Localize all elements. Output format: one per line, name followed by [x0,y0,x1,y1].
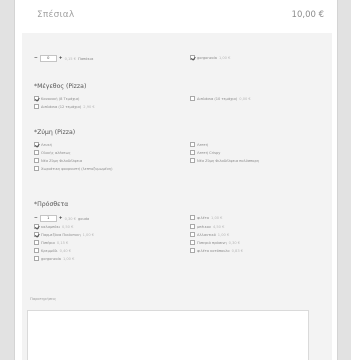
option-checkbox[interactable] [190,248,195,253]
quantity-value[interactable]: 0 [39,55,57,62]
option-row-gouda: − 1 + 0,30 € gouda [34,215,89,222]
option-label: Χωριάτικη φουρνιστή (λεπτοζυμωμένη) [41,166,113,171]
option-row[interactable]: φιλέτο κοτόπουλο 0,83 € [190,248,243,253]
quantity-stepper[interactable]: − 0 + [34,55,63,62]
option-label: Διπλάσια (12 τεμάχια) [41,104,82,109]
option-row[interactable]: καλαμπόκι 0,50 € [34,224,73,229]
option-row[interactable]: Ολικής αλέσεως [34,150,71,155]
option-row[interactable]: Παρμεζάνα Πικάντικη 1,00 € [34,232,94,237]
increment-button[interactable]: + [59,216,63,221]
option-label: Κρεμμύδι [41,248,58,253]
decrement-button[interactable]: − [34,56,38,61]
option-label: Παπάκια [78,56,94,61]
option-price: 1,00 € [62,256,75,261]
option-label: καλαμπόκι [41,224,60,229]
decrement-button[interactable]: − [34,216,38,221]
option-price: 0,50 € [61,224,74,229]
option-price: 0,83 € [231,248,244,253]
option-row[interactable]: Διπλάσια (12 τεμάχια) 2,90 € [34,104,95,109]
option-checkbox[interactable] [190,240,195,245]
option-price: 0,00 € [239,96,251,101]
option-price: 1,00 € [82,232,95,237]
option-label: Αλλαντικό [197,232,216,237]
option-row[interactable]: gorgonzola 1,00 € [34,256,74,261]
option-row[interactable]: Πιπέρια 0,15 € [34,240,68,245]
option-label: Νέα Ζύμη Φιλαδέλφεια πολύσπορη [197,158,260,163]
option-label: Παρμεζάνα Πικάντικη [41,232,81,237]
option-price: 1,00 € [211,215,223,220]
option-row[interactable]: Διπλάσια (10 τεμάχια) 0,00 € [190,96,251,101]
quantity-value[interactable]: 1 [39,215,57,222]
option-price: 1,00 € [217,232,230,237]
option-label: Ολικής αλέσεως [41,150,71,155]
option-label: gouda [78,216,90,221]
option-price: 0,40 € [59,248,72,253]
option-label: Λεπτή Crispy [197,150,221,155]
option-checkbox[interactable] [190,224,195,229]
option-label: φιλέτο κοτόπουλο [197,248,230,253]
option-row[interactable]: Πιπεριά πράσινη 0,30 € [190,240,240,245]
option-row[interactable]: Λευκή [34,142,52,147]
option-label: Πιπέρια [41,240,55,245]
option-row-papakia: − 0 + 0,15 € Παπάκια [34,55,93,62]
option-checkbox[interactable] [190,232,195,237]
option-row-gorgonzola[interactable]: gorgonzola 1,00 € [190,55,230,60]
option-price: 0,15 € [56,240,69,245]
option-price: 0,30 € [64,216,76,221]
option-label: μπέικον [197,224,211,229]
product-price: 10,00 € [291,10,324,20]
option-checkbox[interactable] [34,240,39,245]
option-row[interactable]: Νέα Ζύμη Φιλαδέλφεια πολύσπορη [190,158,259,163]
option-checkbox[interactable] [34,224,39,229]
quantity-stepper[interactable]: − 1 + [34,215,63,222]
option-checkbox[interactable] [190,150,195,155]
option-row[interactable]: Νέα Ζύμη Φιλαδέλφεια [34,158,82,163]
option-label: Κανονική (8 Τεμάχια) [41,96,80,101]
option-row[interactable]: Χωριάτικη φουρνιστή (λεπτοζυμωμένη) [34,166,113,171]
option-label: gorgonzola [197,55,217,60]
option-checkbox[interactable] [190,96,195,101]
section-title-size: *Μέγεθος (Pizza) [34,83,87,90]
increment-button[interactable]: + [59,56,63,61]
notes-textarea[interactable] [27,310,309,360]
option-row[interactable]: Κρεμμύδι 0,40 € [34,248,71,253]
option-row[interactable]: Αλλαντικό 1,00 € [190,232,229,237]
option-price: 1,00 € [218,55,231,60]
option-checkbox[interactable] [34,150,39,155]
option-row[interactable]: Κανονική (8 Τεμάχια) [34,96,79,101]
option-checkbox[interactable] [190,158,195,163]
option-checkbox[interactable] [34,142,39,147]
option-price: 4,50 € [212,224,225,229]
product-header: Σπέσιαλ 10,00 € [15,0,337,33]
option-checkbox[interactable] [34,166,39,171]
option-label: φιλέτο [197,215,210,220]
option-label: Λεπτή [197,142,209,147]
option-row[interactable]: φιλέτο 1,00 € [190,215,222,220]
option-checkbox[interactable] [190,142,195,147]
option-checkbox[interactable] [34,104,39,109]
option-label: Πιπεριά πράσινη [197,240,227,245]
product-title: Σπέσιαλ [37,10,75,20]
option-checkbox[interactable] [190,55,195,60]
option-price: 0,30 € [228,240,241,245]
option-row[interactable]: Λεπτή [190,142,208,147]
option-checkbox[interactable] [34,232,39,237]
option-checkbox[interactable] [34,158,39,163]
option-row[interactable]: μπέικον 4,50 € [190,224,224,229]
section-title-dough: *Ζύμη (Pizza) [34,129,76,136]
option-checkbox[interactable] [34,256,39,261]
notes-label: Παρατηρήσεις [30,297,57,301]
product-card: Σπέσιαλ 10,00 € − 0 + 0,15 € Παπάκια gor… [14,0,338,360]
option-label: gorgonzola [41,256,61,261]
option-checkbox[interactable] [190,215,195,220]
option-label: Διπλάσια (10 τεμάχια) [197,96,238,101]
option-price: 2,90 € [83,104,95,109]
option-price: 0,15 € [64,56,76,61]
option-checkbox[interactable] [34,96,39,101]
section-title-extras: *Πρόσθετα [34,201,69,208]
option-checkbox[interactable] [34,248,39,253]
option-row[interactable]: Λεπτή Crispy [190,150,220,155]
option-label: Λευκή [41,142,52,147]
option-label: Νέα Ζύμη Φιλαδέλφεια [41,158,83,163]
